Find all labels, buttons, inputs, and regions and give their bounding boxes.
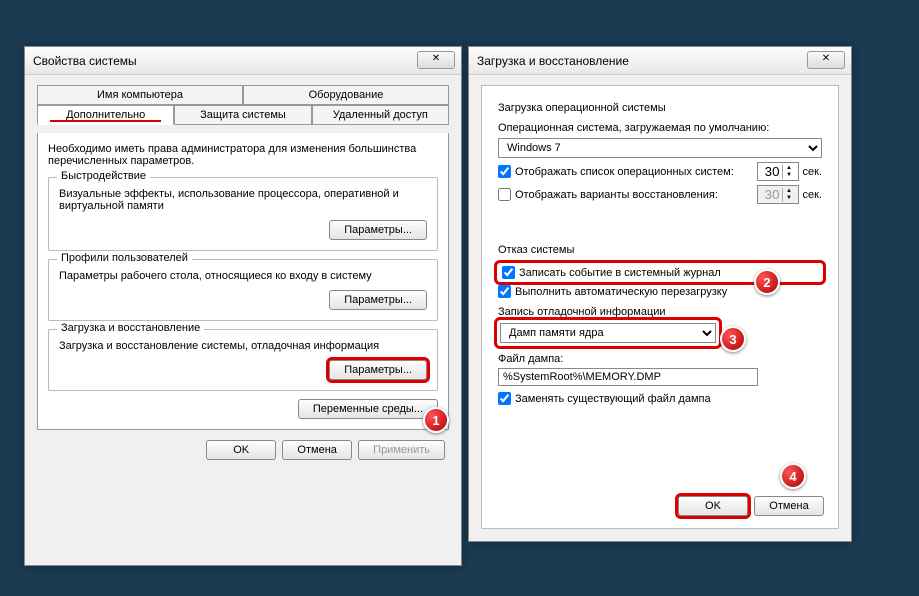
sec-label-2: сек. xyxy=(803,189,823,201)
startup-recovery-settings-button[interactable]: Параметры... xyxy=(329,360,427,380)
titlebar-left: Свойства системы ✕ xyxy=(25,47,461,75)
boot-section-title: Загрузка операционной системы xyxy=(498,102,822,114)
startup-recovery-text: Загрузка и восстановление системы, отлад… xyxy=(59,340,427,352)
profiles-title: Профили пользователей xyxy=(57,252,192,264)
default-os-select[interactable]: Windows 7 xyxy=(498,138,822,158)
tab-content: Необходимо иметь права администратора дл… xyxy=(37,133,449,430)
close-button-right[interactable]: ✕ xyxy=(807,51,845,69)
debug-info-label: Запись отладочной информации xyxy=(498,306,822,318)
marker-4: 4 xyxy=(780,463,806,489)
log-event-label: Записать событие в системный журнал xyxy=(519,267,721,279)
window-body-left: Имя компьютера Оборудование Дополнительн… xyxy=(25,75,461,474)
sec-label-1: сек. xyxy=(803,166,823,178)
cancel-button-left[interactable]: Отмена xyxy=(282,440,352,460)
dump-file-label: Файл дампа: xyxy=(498,353,822,365)
ok-button-left[interactable]: OK xyxy=(206,440,276,460)
profiles-text: Параметры рабочего стола, относящиеся ко… xyxy=(59,270,427,282)
close-button[interactable]: ✕ xyxy=(417,51,455,69)
apply-button-left[interactable]: Применить xyxy=(358,440,445,460)
titlebar-right: Загрузка и восстановление ✕ xyxy=(469,47,851,75)
overwrite-checkbox[interactable] xyxy=(498,392,511,405)
default-os-label: Операционная система, загружаемая по умо… xyxy=(498,122,769,134)
spinner-arrows-icon[interactable]: ▲▼ xyxy=(782,165,796,179)
performance-settings-button[interactable]: Параметры... xyxy=(329,220,427,240)
profiles-settings-button[interactable]: Параметры... xyxy=(329,290,427,310)
marker-1: 1 xyxy=(423,407,449,433)
auto-restart-checkbox[interactable] xyxy=(498,285,511,298)
show-recovery-time-input xyxy=(758,186,782,203)
intro-text: Необходимо иметь права администратора дл… xyxy=(48,143,438,167)
cancel-button-right[interactable]: Отмена xyxy=(754,496,824,516)
ok-button-right[interactable]: OK xyxy=(678,496,748,516)
failure-section-title: Отказ системы xyxy=(498,244,822,256)
marker-3: 3 xyxy=(720,326,746,352)
tab-advanced[interactable]: Дополнительно xyxy=(37,105,174,125)
show-os-time-input[interactable] xyxy=(758,163,782,180)
dump-file-input[interactable] xyxy=(498,368,758,386)
show-os-list-label: Отображать список операционных систем: xyxy=(515,166,753,178)
startup-recovery-group: Загрузка и восстановление Загрузка и вос… xyxy=(48,329,438,391)
show-recovery-label: Отображать варианты восстановления: xyxy=(515,189,753,201)
show-recovery-time-spinner: ▲▼ xyxy=(757,185,799,204)
show-os-time-spinner[interactable]: ▲▼ xyxy=(757,162,799,181)
performance-title: Быстродействие xyxy=(57,170,150,182)
performance-group: Быстродействие Визуальные эффекты, испол… xyxy=(48,177,438,251)
window-title-right: Загрузка и восстановление xyxy=(477,54,629,68)
system-properties-window: Свойства системы ✕ Имя компьютера Оборуд… xyxy=(24,46,462,566)
log-event-checkbox[interactable] xyxy=(502,266,515,279)
spinner-arrows-icon: ▲▼ xyxy=(782,188,796,202)
show-os-list-checkbox[interactable] xyxy=(498,165,511,178)
tabstrip: Имя компьютера Оборудование Дополнительн… xyxy=(37,85,449,125)
profiles-group: Профили пользователей Параметры рабочего… xyxy=(48,259,438,321)
auto-restart-label: Выполнить автоматическую перезагрузку xyxy=(515,286,727,298)
performance-text: Визуальные эффекты, использование процес… xyxy=(59,188,427,212)
dump-type-select[interactable]: Дамп памяти ядра xyxy=(500,323,716,343)
startup-recovery-title: Загрузка и восстановление xyxy=(57,322,204,334)
dialog-buttons-left: OK Отмена Применить xyxy=(37,430,449,464)
tab-remote[interactable]: Удаленный доступ xyxy=(312,105,449,125)
window-title: Свойства системы xyxy=(33,54,137,68)
tab-system-protection[interactable]: Защита системы xyxy=(174,105,311,125)
environment-variables-button[interactable]: Переменные среды... xyxy=(298,399,438,419)
tab-hardware[interactable]: Оборудование xyxy=(243,85,449,105)
tab-computer-name[interactable]: Имя компьютера xyxy=(37,85,243,105)
overwrite-label: Заменять существующий файл дампа xyxy=(515,393,711,405)
marker-2: 2 xyxy=(754,269,780,295)
show-recovery-checkbox[interactable] xyxy=(498,188,511,201)
